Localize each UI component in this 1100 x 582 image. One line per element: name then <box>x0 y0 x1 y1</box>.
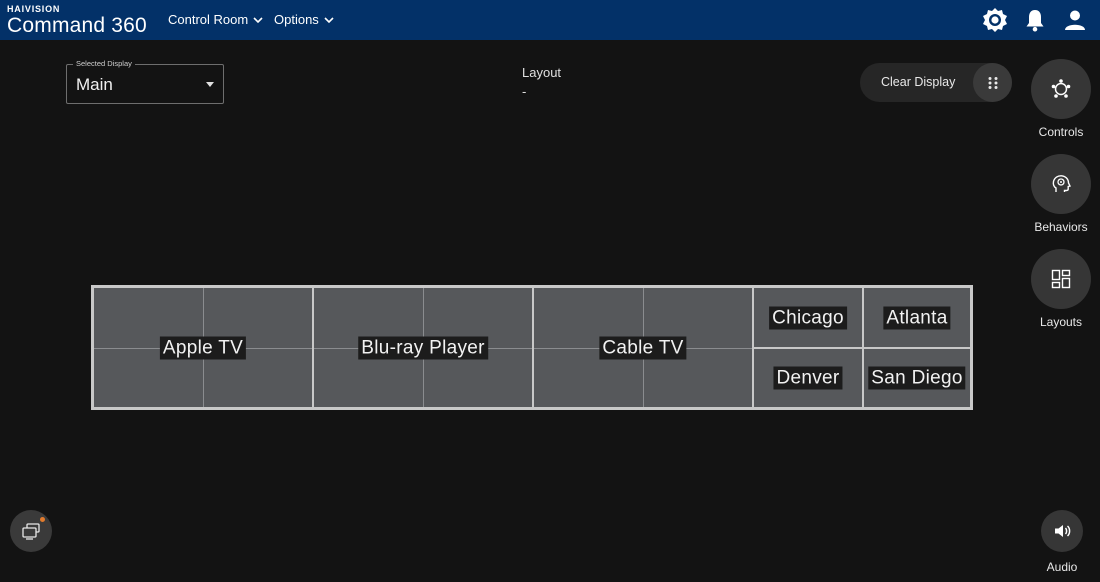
brain-head-icon <box>1052 175 1072 192</box>
screen-label: Denver <box>773 366 843 390</box>
wall-screen-atlanta[interactable]: Atlanta <box>863 287 971 348</box>
layout-value: - <box>522 84 527 99</box>
screen-label: Apple TV <box>159 336 247 359</box>
wall-screen-denver[interactable]: Denver <box>753 348 863 408</box>
audio-button[interactable]: Audio <box>1040 510 1084 574</box>
control-room-menu-label: Control Room <box>168 12 249 27</box>
options-menu[interactable]: Options <box>274 12 335 27</box>
clear-display-button[interactable]: Clear Display <box>881 75 955 89</box>
control-room-menu[interactable]: Control Room <box>168 12 264 27</box>
controls-label: Controls <box>1038 125 1084 139</box>
selected-display-select[interactable]: Selected Display Main <box>66 59 224 104</box>
layouts-label: Layouts <box>1039 315 1083 329</box>
wall-screen-chicago[interactable]: Chicago <box>753 287 863 348</box>
screen-label: Chicago <box>769 306 847 329</box>
wall-screen-blu-ray-player[interactable]: Blu-ray Player <box>313 287 533 408</box>
wall-screen-apple-tv[interactable]: Apple TV <box>93 287 313 408</box>
behaviors-label: Behaviors <box>1034 220 1088 234</box>
clear-display-group: Clear Display <box>860 63 1012 102</box>
stacked-screens-icon <box>22 523 40 540</box>
video-wall: Apple TV Blu-ray Player Cable TV Chicago… <box>91 285 973 410</box>
wall-screen-cable-tv[interactable]: Cable TV <box>533 287 753 408</box>
screen-label: San Diego <box>868 366 966 390</box>
layouts-button[interactable]: Layouts <box>1031 249 1091 329</box>
selected-display-legend: Selected Display <box>73 59 135 69</box>
settings-icon[interactable] <box>982 7 1008 33</box>
drag-dots-icon <box>988 76 997 89</box>
behaviors-button[interactable]: Behaviors <box>1031 154 1091 234</box>
user-icon[interactable] <box>1062 7 1088 33</box>
screen-label: Cable TV <box>599 336 687 359</box>
audio-label: Audio <box>1046 560 1078 574</box>
selected-display-value: Main <box>76 75 113 94</box>
options-menu-label: Options <box>274 12 319 27</box>
chevron-down-icon <box>324 16 334 23</box>
top-bar: HAIVISION Command 360 Control Room Optio… <box>0 0 1100 40</box>
controls-icon <box>1051 79 1071 98</box>
drag-handle-button[interactable] <box>973 63 1012 102</box>
brand-logo[interactable]: HAIVISION Command 360 <box>7 5 147 37</box>
screen-label: Blu-ray Player <box>358 336 488 359</box>
chevron-down-icon <box>253 16 263 23</box>
speaker-icon <box>1055 525 1071 537</box>
bell-icon[interactable] <box>1022 7 1048 33</box>
controls-button[interactable]: Controls <box>1031 59 1091 139</box>
layouts-icon <box>1051 269 1071 289</box>
sources-panel-button[interactable] <box>10 510 52 552</box>
screen-label: Atlanta <box>883 306 951 329</box>
brand-company: HAIVISION <box>7 4 61 14</box>
wall-screen-san-diego[interactable]: San Diego <box>863 348 971 408</box>
brand-product: Command 360 <box>7 14 147 37</box>
layout-label: Layout <box>522 65 562 80</box>
notification-dot <box>40 517 45 522</box>
caret-down-icon <box>206 82 214 87</box>
